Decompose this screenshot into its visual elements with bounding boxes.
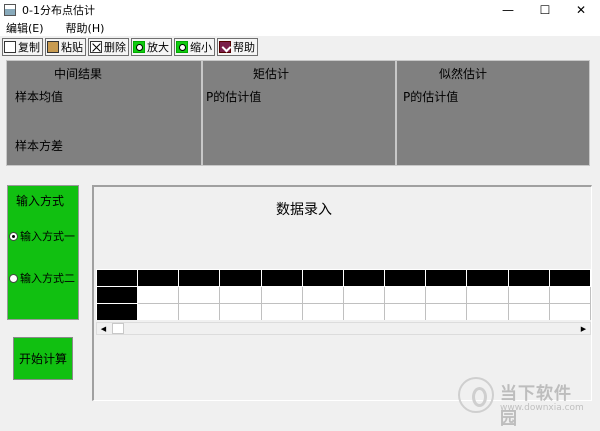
input-mode-option-1-label: 输入方式一 — [20, 230, 75, 243]
grid-cell[interactable] — [260, 303, 303, 320]
input-mode-group: 输入方式 输入方式一 输入方式二 — [7, 185, 79, 320]
grid-cell[interactable] — [301, 286, 344, 304]
grid-header-row — [96, 269, 591, 287]
window-title: 0-1分布点估计 — [22, 4, 95, 17]
grid-row-header[interactable] — [96, 286, 139, 304]
grid-cell[interactable] — [384, 286, 427, 304]
grid-row — [96, 303, 591, 320]
data-entry-panel: 数据录入 ◀ ▶ — [92, 185, 592, 401]
paste-button[interactable]: 粘贴 — [45, 38, 86, 56]
grid-cell[interactable] — [137, 286, 180, 304]
delete-icon — [90, 41, 102, 53]
intermediate-results-title: 中间结果 — [54, 67, 103, 81]
grid-cell[interactable] — [301, 303, 344, 320]
moment-p-label: P的估计值 — [206, 90, 262, 104]
data-grid-table — [96, 269, 591, 320]
horizontal-scrollbar[interactable]: ◀ ▶ — [96, 322, 591, 335]
data-grid[interactable] — [96, 269, 591, 320]
scrollbar-thumb[interactable] — [112, 323, 124, 334]
grid-row — [96, 286, 591, 304]
help-button[interactable]: 帮助 — [217, 38, 258, 56]
grid-corner-cell — [96, 269, 139, 287]
input-mode-option-2[interactable]: 输入方式二 — [9, 270, 75, 286]
scroll-left-arrow-icon[interactable]: ◀ — [97, 323, 110, 334]
menu-help[interactable]: 帮助(H) — [60, 20, 111, 36]
zoom-in-button[interactable]: 放大 — [131, 38, 172, 56]
grid-cell[interactable] — [425, 303, 468, 320]
grid-column-header[interactable] — [548, 269, 591, 287]
grid-column-header[interactable] — [137, 269, 180, 287]
grid-column-header[interactable] — [425, 269, 468, 287]
zoom-in-icon — [133, 41, 145, 53]
grid-cell[interactable] — [219, 286, 262, 304]
menu-edit[interactable]: 编辑(E) — [0, 20, 50, 36]
grid-column-header[interactable] — [466, 269, 509, 287]
input-mode-option-1[interactable]: 输入方式一 — [9, 228, 75, 244]
delete-label: 删除 — [104, 41, 126, 54]
title-bar: 0-1分布点估计 — ☐ ✕ — [0, 0, 600, 20]
zoom-in-label: 放大 — [147, 41, 169, 54]
grid-cell[interactable] — [548, 303, 591, 320]
watermark: 当下软件园 www.downxia.com — [458, 375, 588, 429]
watermark-logo-icon — [458, 377, 494, 413]
grid-cell[interactable] — [425, 286, 468, 304]
grid-cell[interactable] — [178, 303, 221, 320]
copy-icon — [4, 41, 16, 53]
zoom-out-button[interactable]: 缩小 — [174, 38, 215, 56]
grid-cell[interactable] — [260, 286, 303, 304]
grid-column-header[interactable] — [342, 269, 386, 287]
grid-cell[interactable] — [507, 286, 550, 304]
likelihood-estimate-title: 似然估计 — [439, 67, 488, 81]
grid-column-header[interactable] — [178, 269, 221, 287]
grid-cell[interactable] — [507, 303, 550, 320]
likelihood-estimate-panel: 似然估计 P的估计值 — [396, 60, 590, 166]
delete-button[interactable]: 删除 — [88, 38, 129, 56]
data-entry-title: 数据录入 — [276, 202, 332, 218]
input-mode-title: 输入方式 — [16, 194, 65, 208]
grid-column-header[interactable] — [507, 269, 550, 287]
grid-row-header[interactable] — [96, 303, 139, 320]
grid-cell[interactable] — [137, 303, 180, 320]
grid-column-header[interactable] — [219, 269, 262, 287]
help-label: 帮助 — [233, 41, 255, 54]
paste-icon — [47, 41, 59, 53]
results-area: 中间结果 样本均值 样本方差 矩估计 P的估计值 似然估计 P的估计值 — [6, 60, 590, 166]
grid-column-header[interactable] — [301, 269, 344, 287]
copy-button[interactable]: 复制 — [2, 38, 43, 56]
likelihood-p-label: P的估计值 — [403, 90, 459, 104]
grid-cell[interactable] — [178, 286, 221, 304]
help-icon — [219, 41, 231, 53]
moment-estimate-title: 矩估计 — [253, 67, 290, 81]
zoom-out-label: 缩小 — [190, 41, 212, 54]
scroll-right-arrow-icon[interactable]: ▶ — [577, 323, 590, 334]
toolbar: 复制 粘贴 删除 放大 缩小 帮助 — [0, 37, 258, 57]
sample-variance-label: 样本方差 — [15, 139, 64, 153]
watermark-url: www.downxia.com — [500, 403, 584, 413]
close-button[interactable]: ✕ — [558, 0, 600, 20]
grid-column-header[interactable] — [260, 269, 303, 287]
copy-label: 复制 — [18, 41, 40, 54]
grid-column-header[interactable] — [384, 269, 427, 287]
grid-cell[interactable] — [548, 286, 591, 304]
grid-cell[interactable] — [342, 286, 386, 304]
start-calculation-button[interactable]: 开始计算 — [13, 337, 73, 380]
grid-cell[interactable] — [342, 303, 386, 320]
grid-cell[interactable] — [466, 303, 509, 320]
sample-mean-label: 样本均值 — [15, 90, 64, 104]
input-mode-option-2-label: 输入方式二 — [20, 272, 75, 285]
intermediate-results-panel: 中间结果 样本均值 样本方差 — [6, 60, 202, 166]
radio-button-unchecked[interactable] — [9, 273, 18, 283]
app-window: 0-1分布点估计 — ☐ ✕ 编辑(E) 帮助(H) 复制 粘贴 删除 放大 缩… — [0, 0, 600, 431]
app-icon — [4, 4, 16, 16]
paste-label: 粘贴 — [61, 41, 83, 54]
menu-bar: 编辑(E) 帮助(H) — [0, 20, 600, 36]
grid-cell[interactable] — [219, 303, 262, 320]
zoom-out-icon — [176, 41, 188, 53]
radio-button-checked[interactable] — [9, 231, 18, 241]
grid-cell[interactable] — [466, 286, 509, 304]
moment-estimate-panel: 矩估计 P的估计值 — [202, 60, 396, 166]
grid-cell[interactable] — [384, 303, 427, 320]
